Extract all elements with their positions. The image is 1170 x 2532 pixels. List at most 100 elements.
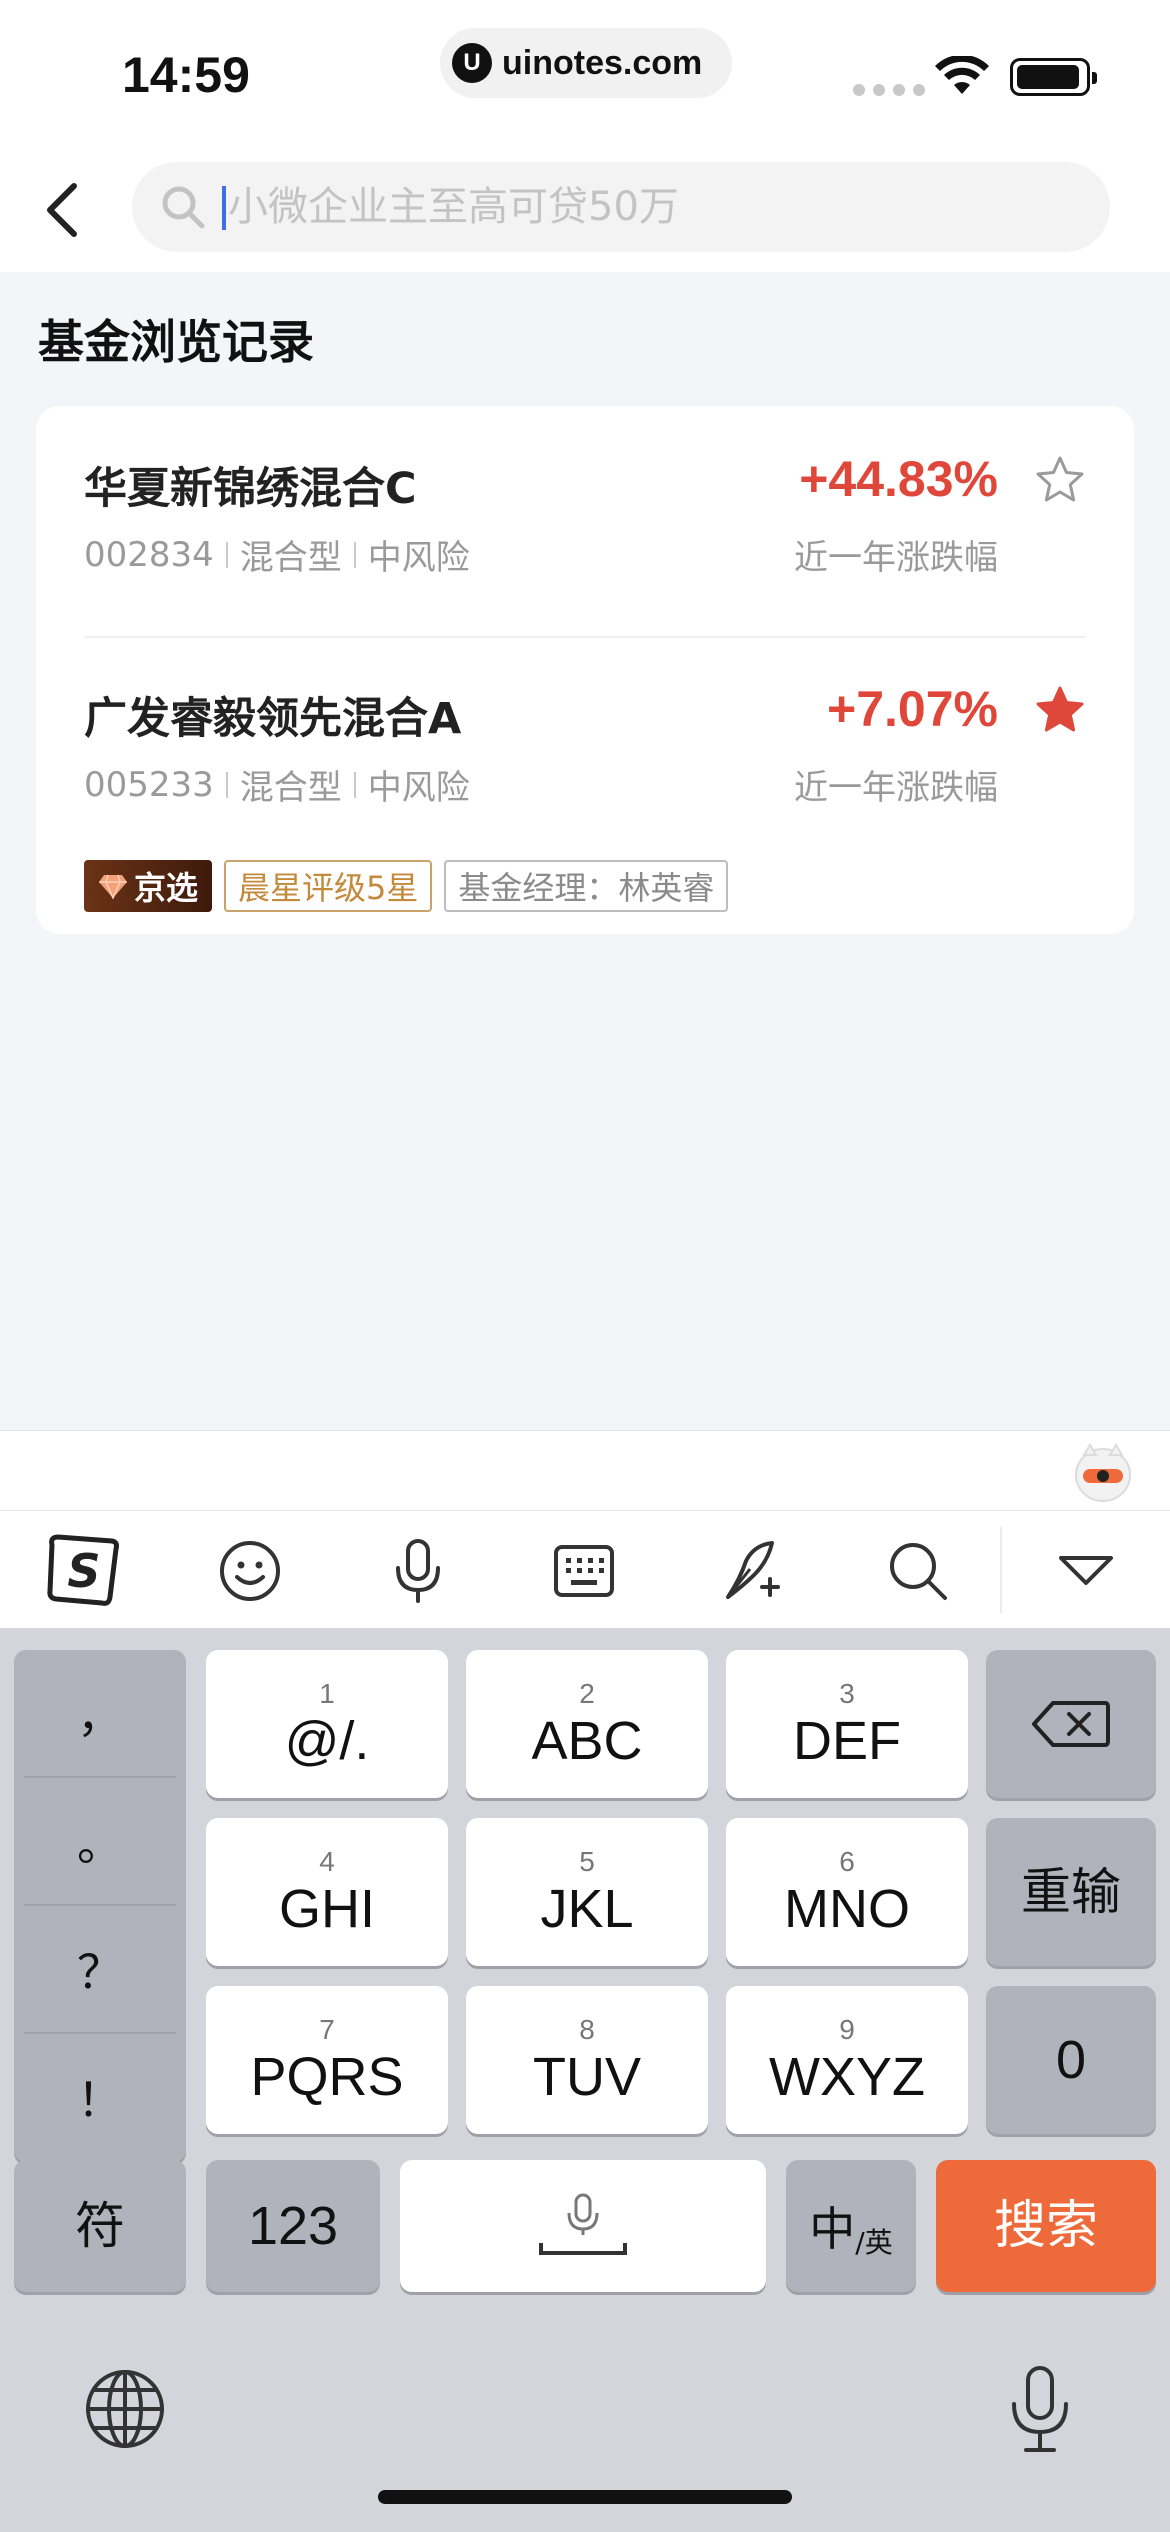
separator (353, 771, 356, 798)
search-input[interactable] (228, 162, 1068, 252)
key-label-main: 中 (809, 2202, 856, 2256)
status-bar: 14:59 U uinotes.com (0, 0, 1170, 140)
home-indicator[interactable] (378, 2490, 792, 2504)
fund-rate: +7.07% (827, 681, 998, 737)
tag-manager: 基金经理：林英睿 (444, 860, 729, 912)
key-6[interactable]: 6 MNO (726, 1818, 968, 1966)
tag-rating: 晨星评级5星 (224, 860, 433, 912)
numbers-key[interactable]: 123 (206, 2160, 380, 2292)
section-title: 基金浏览记录 (38, 315, 314, 369)
fund-rate-label: 近一年涨跌幅 (794, 768, 998, 808)
punct-exclaim-key[interactable]: ！ (14, 2034, 186, 2160)
key-number: 7 (319, 2014, 335, 2045)
fund-rate: +44.83% (799, 451, 998, 507)
microphone-icon[interactable] (378, 1533, 458, 1609)
star-outline-icon[interactable] (1034, 454, 1086, 506)
status-time: 14:59 (122, 47, 250, 103)
sogou-logo-icon[interactable]: S (44, 1533, 124, 1609)
space-mic-icon (539, 2193, 627, 2255)
fund-type: 混合型 (239, 768, 342, 808)
wifi-icon (935, 56, 989, 94)
key-label: WXYZ (769, 2047, 925, 2107)
key-label: JKL (540, 1879, 634, 1939)
fund-history-card: 华夏新锦绣混合C 002834 混合型 中风险 +44.83% 近一年涨跌幅 广… (36, 406, 1134, 934)
dictation-microphone-icon[interactable] (1008, 2364, 1072, 2454)
site-logo-icon: U (452, 43, 492, 83)
emoji-icon[interactable] (210, 1533, 290, 1609)
key-label: DEF (793, 1711, 901, 1771)
key-number: 8 (579, 2014, 595, 2045)
fund-rate-label: 近一年涨跌幅 (794, 538, 998, 578)
symbol-key[interactable]: 符 (14, 2160, 186, 2292)
mascot-icon[interactable] (1074, 1441, 1132, 1503)
star-filled-icon[interactable] (1034, 684, 1086, 736)
key-label-sub: /英 (855, 2226, 893, 2259)
key-label: ABC (531, 1711, 643, 1771)
punct-period-key[interactable]: 。 (14, 1778, 186, 1904)
tag-jingxuan-label: 京选 (134, 869, 199, 907)
key-label: 重输 (1021, 1863, 1121, 1921)
search-key[interactable]: 搜索 (936, 2160, 1156, 2292)
key-number: 5 (579, 1846, 595, 1877)
fund-risk: 中风险 (367, 768, 470, 808)
separator (225, 771, 228, 798)
fund-item[interactable]: 广发睿毅领先混合A 005233 混合型 中风险 +7.07% 近一年涨跌幅 京… (84, 681, 1094, 914)
globe-icon[interactable] (84, 2368, 166, 2450)
separator (353, 541, 356, 568)
key-number: 1 (319, 1678, 335, 1709)
back-chevron-icon[interactable] (40, 180, 90, 240)
diamond-icon (99, 874, 127, 899)
key-0[interactable]: 0 (986, 1986, 1156, 2134)
backspace-key[interactable] (986, 1650, 1156, 1798)
fund-meta: 005233 混合型 中风险 (84, 760, 470, 809)
key-label: 0 (1055, 2030, 1087, 2090)
retype-key[interactable]: 重输 (986, 1818, 1156, 1966)
tag-jingxuan: 京选 (84, 860, 213, 912)
key-number: 2 (579, 1678, 595, 1709)
space-key[interactable] (400, 2160, 766, 2292)
svg-text:S: S (67, 1544, 100, 1598)
key-5[interactable]: 5 JKL (466, 1818, 708, 1966)
cellular-signal-icon (853, 84, 925, 96)
fund-tags: 京选 晨星评级5星 基金经理：林英睿 (84, 860, 729, 912)
key-7[interactable]: 7 PQRS (206, 1986, 448, 2134)
fund-name: 广发睿毅领先混合A (84, 694, 462, 744)
key-4[interactable]: 4 GHI (206, 1818, 448, 1966)
keyboard-toolbar: S (0, 1510, 1170, 1628)
key-2[interactable]: 2 ABC (466, 1650, 708, 1798)
backspace-icon (1032, 1701, 1110, 1747)
punct-question-key[interactable]: ？ (14, 1906, 186, 2032)
keyboard: ， 。 ？ ！ 1 @/. 2 ABC 3 DEF 4 GHI 5 JKL 6 … (0, 1628, 1170, 2532)
language-switch-key[interactable]: 中 /英 (786, 2160, 916, 2292)
key-label: 符 (75, 2197, 125, 2255)
key-8[interactable]: 8 TUV (466, 1986, 708, 2134)
key-1[interactable]: 1 @/. (206, 1650, 448, 1798)
url-pill[interactable]: U uinotes.com (440, 28, 732, 98)
punct-comma-key[interactable]: ， (14, 1650, 186, 1776)
handwriting-icon[interactable] (712, 1533, 792, 1609)
battery-icon (1010, 58, 1097, 96)
key-number: 3 (839, 1678, 855, 1709)
fund-item[interactable]: 华夏新锦绣混合C 002834 混合型 中风险 +44.83% 近一年涨跌幅 (84, 451, 1094, 634)
key-3[interactable]: 3 DEF (726, 1650, 968, 1798)
key-number: 4 (319, 1846, 335, 1877)
collapse-keyboard-icon[interactable] (1046, 1533, 1126, 1609)
punctuation-column[interactable]: ， 。 ？ ！ (14, 1650, 186, 2162)
divider (84, 636, 1086, 638)
fund-risk: 中风险 (367, 538, 470, 578)
search-icon (162, 186, 205, 229)
key-9[interactable]: 9 WXYZ (726, 1986, 968, 2134)
key-number: 9 (839, 2014, 855, 2045)
key-label: TUV (533, 2047, 641, 2107)
key-label: @/. (284, 1711, 370, 1771)
keyboard-icon[interactable] (544, 1533, 624, 1609)
key-label: PQRS (250, 2047, 404, 2107)
separator (225, 541, 228, 568)
key-label: GHI (278, 1879, 375, 1939)
toolbar-divider (1000, 1527, 1002, 1613)
search-box[interactable] (132, 162, 1110, 252)
key-label: 123 (247, 2196, 339, 2256)
key-label: 搜索 (993, 2196, 1098, 2256)
fund-code: 005233 (84, 764, 214, 805)
search-icon[interactable] (878, 1533, 958, 1609)
